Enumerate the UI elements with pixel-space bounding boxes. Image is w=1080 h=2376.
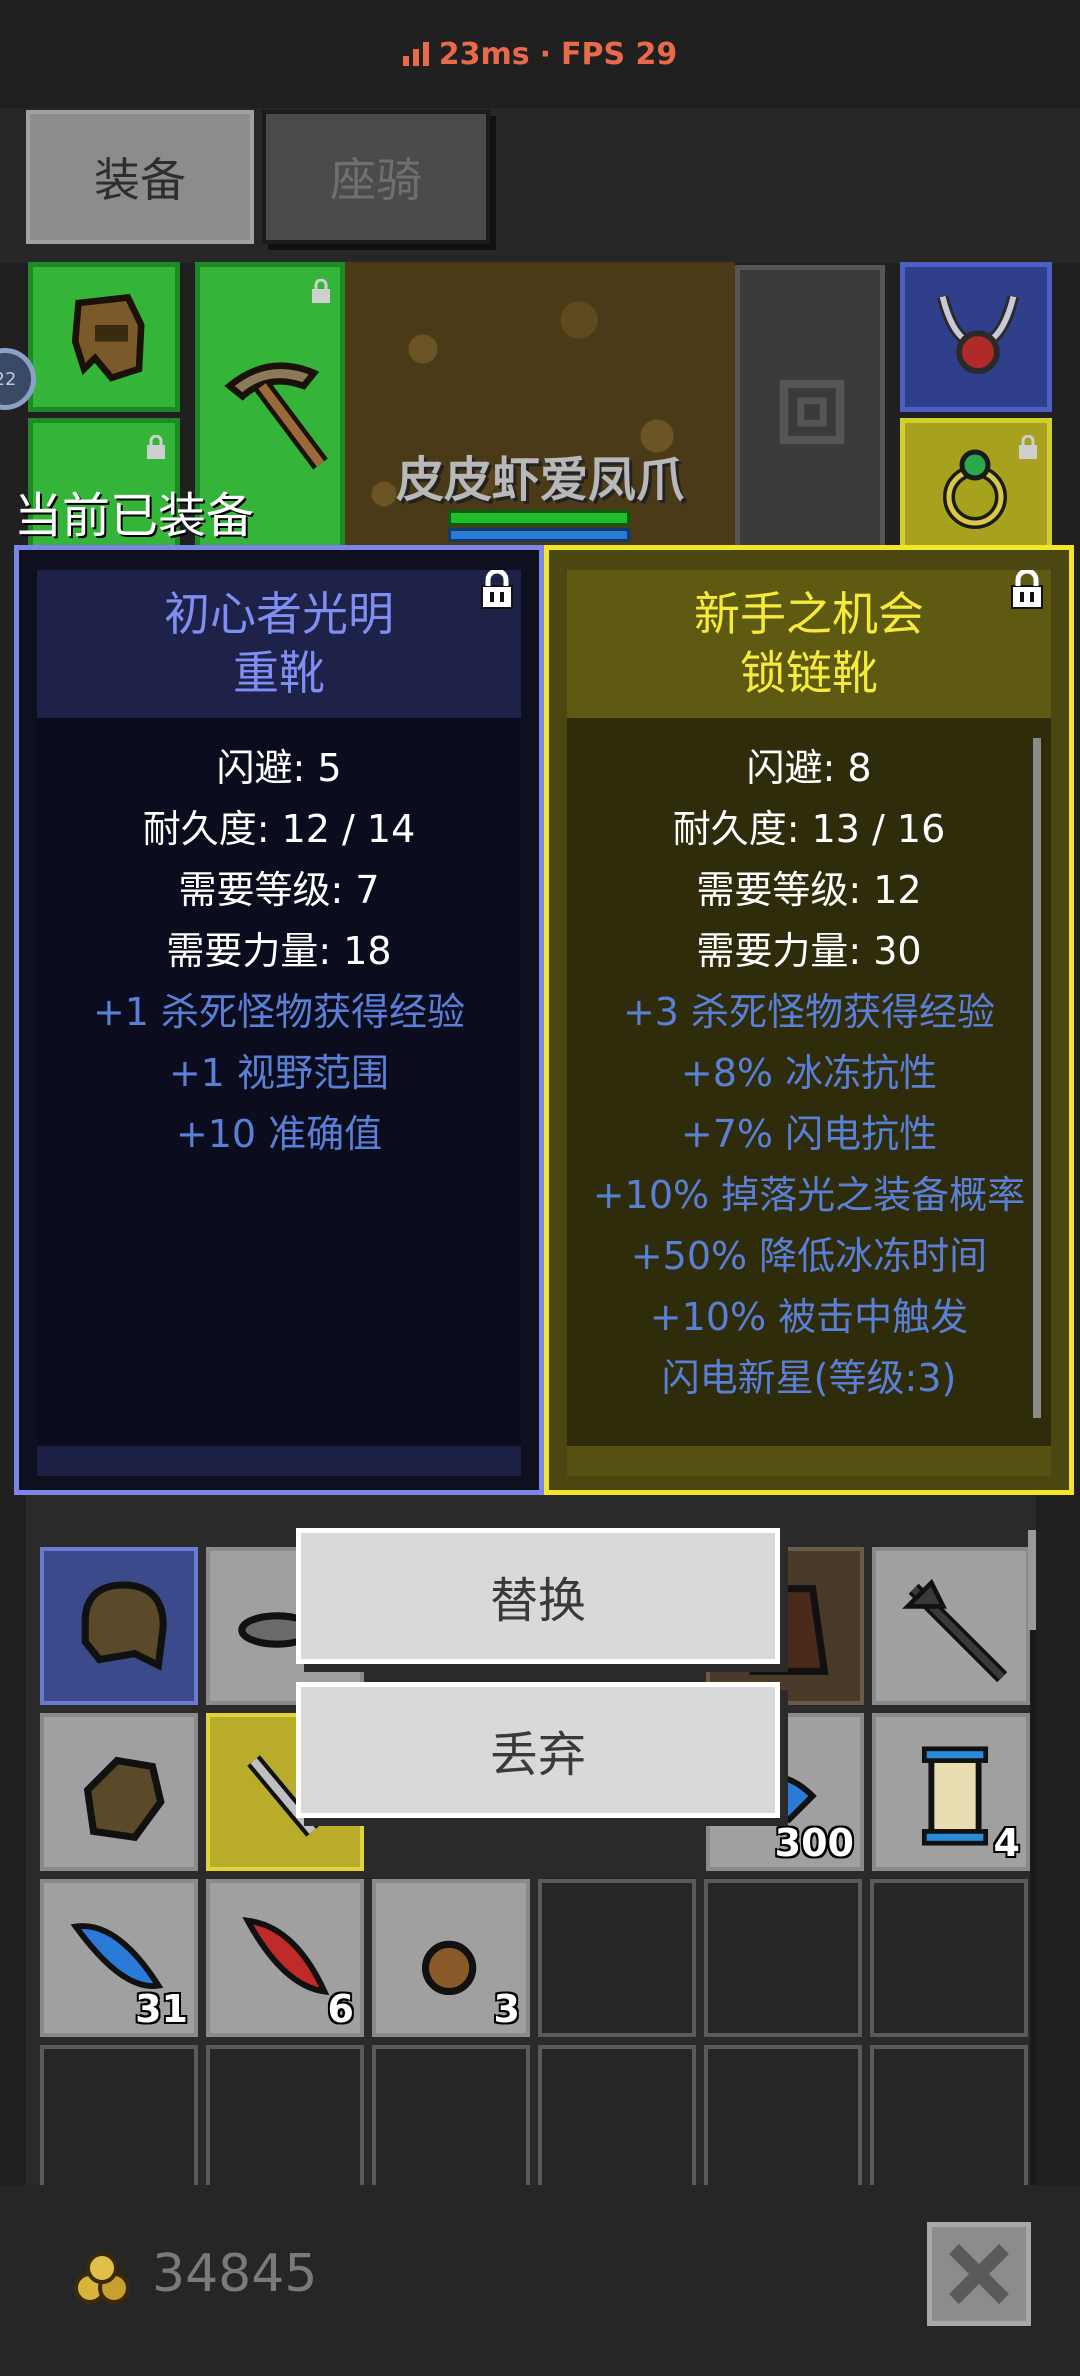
stat-line: 需要力量: 18 — [166, 929, 392, 973]
item-count: 300 — [774, 1821, 854, 1865]
bonus-line: +7% 闪电抗性 — [680, 1112, 938, 1156]
bonus-line: +10 准确值 — [175, 1112, 383, 1156]
stats-scrollbar[interactable] — [1033, 738, 1041, 1418]
inventory-slot[interactable]: 4 — [872, 1713, 1030, 1871]
inventory-slot-empty[interactable] — [704, 1879, 862, 2037]
inventory-slot-empty[interactable] — [538, 1879, 696, 2037]
bonus-line: +50% 降低冰冻时间 — [630, 1234, 988, 1278]
item-name: 初心者光明 — [164, 587, 394, 642]
item-stats-panel: 闪避: 8 耐久度: 13 / 16 需要等级: 12 需要力量: 30 +3 … — [567, 718, 1051, 1446]
amulet-icon — [936, 295, 1020, 374]
signal-icon — [402, 42, 429, 66]
item-name: 新手之机会 — [694, 587, 924, 642]
inventory-slot-empty[interactable] — [870, 2045, 1028, 2203]
stat-line: 需要力量: 30 — [696, 929, 922, 973]
stat-line: 闪避: 8 — [746, 746, 872, 790]
inventory-scrollbar-track[interactable] — [1030, 1630, 1036, 2185]
helmet-icon — [71, 293, 145, 382]
item-count: 4 — [993, 1821, 1020, 1865]
item-header: 初心者光明 重靴 — [37, 570, 521, 718]
tab-equipment[interactable]: 装备 — [26, 110, 254, 244]
close-icon — [949, 2244, 1009, 2304]
bonus-line: +10% 被击中触发 — [649, 1295, 969, 1339]
item-type: 锁链靴 — [740, 646, 878, 700]
character-name: 皮皮虾爱凤爪 — [395, 452, 684, 508]
pickaxe-icon — [224, 362, 328, 470]
item-count: 3 — [493, 1987, 520, 2031]
bonus-line: +10% 掉落光之装备概率 — [592, 1173, 1026, 1217]
new-item-card: 新手之机会 锁链靴 闪避: 8 耐久度: 13 / 16 需要等级: 12 需要… — [544, 545, 1074, 1495]
equip-slot-offhand[interactable] — [735, 265, 885, 552]
item-header: 新手之机会 锁链靴 — [567, 570, 1051, 718]
equip-slot-amulet[interactable] — [900, 262, 1052, 412]
shield-placeholder-icon — [779, 379, 845, 445]
bonus-line: +8% 冰冻抗性 — [680, 1051, 938, 1095]
inventory-slot-empty[interactable] — [372, 2045, 530, 2203]
equip-slot-ring[interactable] — [900, 418, 1052, 552]
fps-text: FPS 29 — [561, 36, 678, 72]
status-separator: · — [539, 36, 551, 72]
inventory-slot-empty[interactable] — [40, 2045, 198, 2203]
item-count: 6 — [327, 1987, 354, 2031]
tab-mount[interactable]: 座骑 — [262, 110, 490, 244]
gold-amount: 34845 — [152, 2244, 318, 2304]
card-footer — [37, 1446, 521, 1476]
network-status: 23ms · FPS 29 — [0, 0, 1080, 108]
health-bar — [448, 510, 630, 526]
lock-icon — [310, 278, 332, 303]
stat-line: 需要等级: 12 — [696, 868, 922, 912]
inventory-slot-empty[interactable] — [538, 2045, 696, 2203]
inventory-slot[interactable] — [40, 1713, 198, 1871]
ring-icon — [943, 449, 1007, 529]
ping-text: 23ms — [438, 36, 530, 72]
inventory-slot[interactable]: 31 — [40, 1879, 198, 2037]
close-button[interactable] — [927, 2222, 1031, 2326]
lock-icon[interactable] — [479, 570, 515, 610]
bonus-line: 闪电新星(等级:3) — [661, 1356, 957, 1400]
inventory-slot[interactable] — [872, 1547, 1030, 1705]
inventory-slot[interactable] — [40, 1547, 198, 1705]
inventory-scrollbar-thumb[interactable] — [1028, 1530, 1036, 1630]
equip-slot-helmet[interactable] — [28, 262, 180, 412]
inventory-slot-empty[interactable] — [870, 1879, 1028, 2037]
equipped-item-card: 初心者光明 重靴 闪避: 5 耐久度: 12 / 14 需要等级: 7 需要力量… — [14, 545, 544, 1495]
item-stats-panel: 闪避: 5 耐久度: 12 / 14 需要等级: 7 需要力量: 18 +1 杀… — [37, 718, 521, 1446]
equipped-label: 当前已装备 — [14, 488, 255, 544]
bonus-line: +1 杀死怪物获得经验 — [92, 990, 466, 1034]
discard-button[interactable]: 丢弃 — [296, 1682, 780, 1818]
halberd-icon — [902, 1578, 1008, 1683]
gold-coins-icon — [74, 2252, 130, 2304]
card-footer — [567, 1446, 1051, 1476]
stat-line: 闪避: 5 — [216, 746, 342, 790]
stat-line: 需要等级: 7 — [178, 868, 380, 912]
stat-line: 耐久度: 12 / 14 — [142, 807, 416, 851]
game-screen: 23ms · FPS 29 装备 座骑 皮皮虾爱凤爪 2 300 4 31 6 … — [0, 0, 1080, 2376]
inventory-slot[interactable]: 6 — [206, 1879, 364, 2037]
leather-helmet-icon — [81, 1581, 167, 1671]
replace-button[interactable]: 替换 — [296, 1528, 780, 1664]
gloves-icon — [83, 1756, 165, 1842]
inventory-slot-empty[interactable] — [206, 2045, 364, 2203]
inventory-slot[interactable]: 3 — [372, 1879, 530, 2037]
lock-icon[interactable] — [1009, 570, 1045, 610]
inventory-slot-empty[interactable] — [704, 2045, 862, 2203]
item-type: 重靴 — [233, 646, 325, 700]
stat-line: 耐久度: 13 / 16 — [672, 807, 946, 851]
item-count: 31 — [135, 1987, 188, 2031]
bonus-line: +3 杀死怪物获得经验 — [622, 990, 996, 1034]
mana-bar — [448, 528, 630, 542]
bonus-line: +1 视野范围 — [168, 1051, 390, 1095]
lock-icon — [145, 434, 167, 459]
